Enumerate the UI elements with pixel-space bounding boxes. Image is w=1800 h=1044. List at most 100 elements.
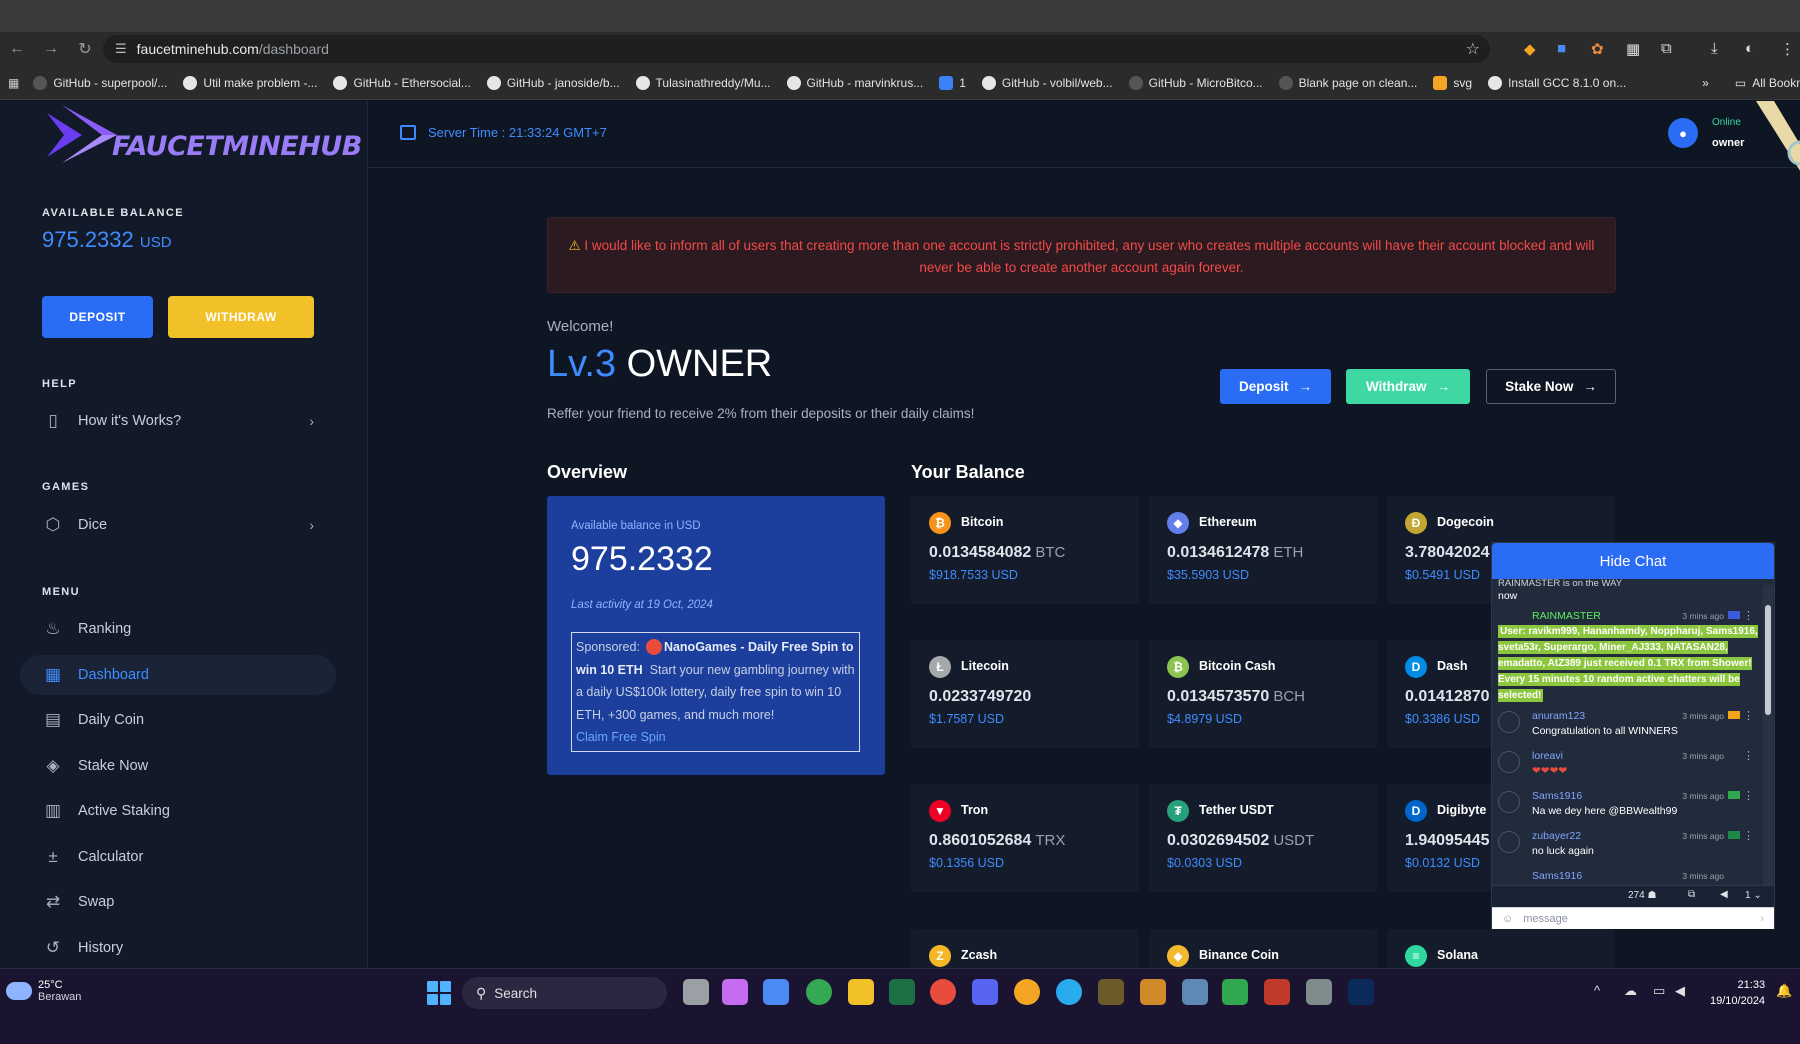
- coin-icon: Ł: [929, 656, 951, 678]
- taskbar-search[interactable]: ⚲ Search: [462, 977, 667, 1009]
- sidebar-item-how-it-works[interactable]: ▯ How it's Works? ›: [20, 401, 336, 441]
- bookmark-item[interactable]: 1: [939, 75, 966, 90]
- bookmark-star-icon[interactable]: ☆: [1466, 39, 1480, 59]
- sidebar-item-daily-coin[interactable]: ▤ Daily Coin: [20, 700, 336, 740]
- username[interactable]: owner: [1712, 137, 1744, 149]
- photoshop-icon[interactable]: [1348, 979, 1374, 1005]
- app-icon[interactable]: [1098, 979, 1124, 1005]
- all-bookmarks-button[interactable]: ▭All Bookmarks: [1735, 76, 1800, 90]
- file-explorer-icon[interactable]: [848, 979, 874, 1005]
- chrome-alt-icon[interactable]: [1014, 979, 1040, 1005]
- task-view-icon[interactable]: [683, 979, 709, 1005]
- apps-grid-icon[interactable]: ▦: [8, 76, 19, 90]
- logo[interactable]: FAUCETMINEHUB: [42, 105, 362, 165]
- extension-fox-icon[interactable]: ◆: [1524, 40, 1536, 58]
- bookmark-item[interactable]: GitHub - Ethersocial...: [333, 75, 471, 90]
- bookmark-item[interactable]: Blank page on clean...: [1278, 75, 1417, 90]
- sidebar-item-stake-now[interactable]: ◈ Stake Now: [20, 746, 336, 786]
- claim-free-spin-link[interactable]: Claim Free Spin: [576, 730, 666, 744]
- emoji-icon[interactable]: ☺: [1502, 913, 1513, 925]
- sidebar-item-swap[interactable]: ⇄ Swap: [20, 882, 336, 922]
- sidebar-deposit-button[interactable]: DEPOSIT: [42, 296, 153, 338]
- back-icon[interactable]: ←: [0, 40, 34, 58]
- app-icon[interactable]: [1182, 979, 1208, 1005]
- app-icon[interactable]: [1222, 979, 1248, 1005]
- online-status: Online: [1712, 117, 1741, 128]
- tray-overflow-icon[interactable]: ^: [1594, 983, 1600, 998]
- more-icon[interactable]: ⋮: [1743, 789, 1754, 804]
- chat-username[interactable]: RAINMASTER: [1532, 610, 1601, 622]
- coin-name: Zcash: [961, 948, 998, 962]
- app-icon[interactable]: [763, 979, 789, 1005]
- bookmark-item[interactable]: Install GCC 8.1.0 on...: [1488, 75, 1626, 90]
- notification-bell-icon[interactable]: 🔔: [1776, 983, 1792, 999]
- sidebar-item-active-staking[interactable]: ▥ Active Staking: [20, 791, 336, 831]
- bookmark-item[interactable]: GitHub - superpool/...: [33, 75, 167, 90]
- browser-menu-icon[interactable]: ⋮: [1780, 40, 1795, 58]
- sidebar-item-dice[interactable]: ⬡ Dice ›: [20, 505, 336, 545]
- calculator-app-icon[interactable]: [1306, 979, 1332, 1005]
- bookmark-item[interactable]: GitHub - marvinkrus...: [786, 75, 923, 90]
- bookmark-item[interactable]: GitHub - MicroBitco...: [1128, 75, 1263, 90]
- copilot-icon[interactable]: [722, 979, 748, 1005]
- weather-widget[interactable]: 25°C Berawan: [6, 979, 81, 1003]
- send-icon[interactable]: ›: [1760, 913, 1764, 925]
- profile-icon[interactable]: ◐: [1745, 40, 1754, 57]
- sound-icon[interactable]: ◀: [1720, 889, 1728, 900]
- excel-icon[interactable]: [889, 979, 915, 1005]
- more-icon[interactable]: ⋮: [1743, 829, 1754, 844]
- bookmark-item[interactable]: Tulasinathreddy/Mu...: [635, 75, 771, 90]
- hide-chat-button[interactable]: Hide Chat: [1492, 543, 1774, 579]
- stake-now-button[interactable]: Stake Now →: [1486, 369, 1616, 404]
- telegram-icon[interactable]: [1056, 979, 1082, 1005]
- sidebar-item-history[interactable]: ↺ History: [20, 928, 336, 968]
- extension-grid-icon[interactable]: ▦: [1626, 40, 1640, 58]
- bookmark-item[interactable]: Util make problem -...: [183, 75, 317, 90]
- chat-page[interactable]: 1 ⌄: [1745, 890, 1762, 901]
- user-avatar[interactable]: ●: [1668, 118, 1698, 148]
- app-icon[interactable]: [1140, 979, 1166, 1005]
- more-bookmarks-button[interactable]: »: [1702, 76, 1709, 90]
- coin-icon: ₮: [1167, 800, 1189, 822]
- site-info-icon[interactable]: ☰: [115, 41, 127, 57]
- sidebar-item-dashboard[interactable]: ▦ Dashboard: [20, 655, 336, 695]
- chat-username[interactable]: anuram123: [1532, 710, 1585, 722]
- system-clock[interactable]: 21:33 19/10/2024: [1710, 977, 1765, 1009]
- chat-username[interactable]: Sams1916: [1532, 870, 1582, 882]
- winrar-icon[interactable]: [1264, 979, 1290, 1005]
- forward-icon[interactable]: →: [34, 40, 68, 58]
- chat-username[interactable]: zubayer22: [1532, 830, 1581, 842]
- chat-username[interactable]: Sams1916: [1532, 790, 1582, 802]
- address-bar[interactable]: ☰ faucetminehub.com/dashboard ☆: [103, 35, 1490, 63]
- network-icon[interactable]: ▭: [1653, 983, 1665, 999]
- popout-icon[interactable]: ⧉: [1688, 889, 1695, 900]
- sidebar-withdraw-button[interactable]: WITHDRAW: [168, 296, 314, 338]
- github-icon: [333, 75, 348, 90]
- flag-icon: [1728, 711, 1740, 719]
- sidebar-item-ranking[interactable]: ♨ Ranking: [20, 609, 336, 649]
- chat-username[interactable]: loreavi: [1532, 750, 1563, 762]
- volume-icon[interactable]: ◀: [1675, 983, 1685, 999]
- bookmark-item[interactable]: GitHub - janoside/b...: [486, 75, 620, 90]
- more-icon[interactable]: ⋮: [1743, 609, 1754, 624]
- chrome-icon[interactable]: [806, 979, 832, 1005]
- sidebar-item-calculator[interactable]: ± Calculator: [20, 837, 336, 877]
- chat-scrollbar[interactable]: [1763, 585, 1773, 885]
- onedrive-icon[interactable]: ☁: [1624, 983, 1637, 999]
- discord-icon[interactable]: [972, 979, 998, 1005]
- extension-blue-icon[interactable]: ■: [1557, 40, 1566, 57]
- extensions-puzzle-icon[interactable]: ⧉: [1661, 40, 1672, 57]
- bookmark-item[interactable]: GitHub - volbil/web...: [981, 75, 1113, 90]
- reload-icon[interactable]: ↻: [68, 39, 102, 59]
- withdraw-button[interactable]: Withdraw →: [1346, 369, 1470, 404]
- extension-flower-icon[interactable]: ✿: [1591, 40, 1604, 58]
- scroll-thumb[interactable]: [1765, 605, 1771, 715]
- download-icon[interactable]: ⤓: [1711, 40, 1718, 57]
- more-icon[interactable]: ⋮: [1743, 709, 1754, 724]
- chat-message-input[interactable]: ☺ message ›: [1492, 907, 1774, 929]
- start-button[interactable]: [427, 981, 451, 1005]
- bookmark-item[interactable]: svg: [1433, 75, 1472, 90]
- more-icon[interactable]: ⋮: [1743, 749, 1754, 764]
- deposit-button[interactable]: Deposit →: [1220, 369, 1331, 404]
- app-red-icon[interactable]: [930, 979, 956, 1005]
